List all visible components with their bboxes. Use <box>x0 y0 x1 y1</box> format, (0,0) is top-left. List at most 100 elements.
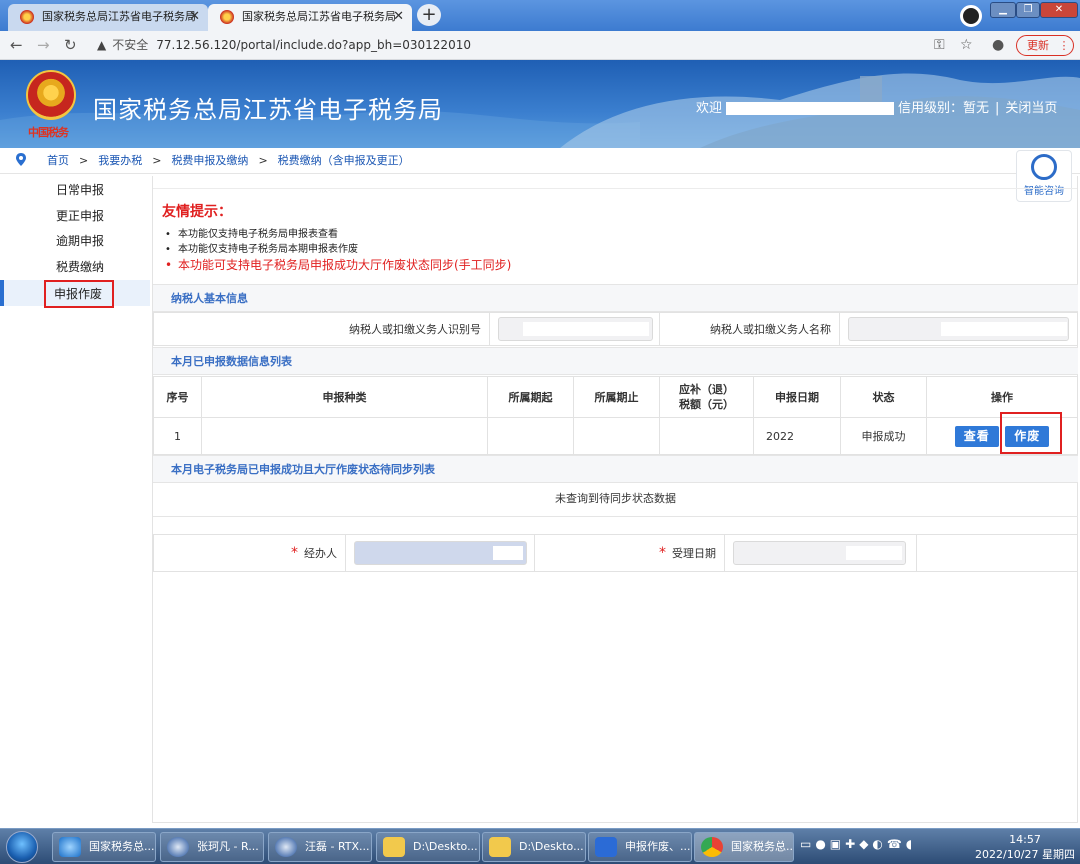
sync-empty-message: 未查询到待同步状态数据 <box>153 482 1078 517</box>
chrome-profile-icon[interactable] <box>960 5 982 27</box>
taxpayer-section-title: 纳税人基本信息 <box>153 284 1078 312</box>
tab-title: 国家税务总局江苏省电子税务局 <box>42 10 196 23</box>
sidebar: 日常申报 更正申报 逾期申报 税费缴纳 申报作废 <box>0 176 150 308</box>
highlight-annotation-box <box>1000 412 1062 454</box>
url-text: 77.12.56.120/portal/include.do?app_bh=03… <box>156 38 471 52</box>
operator-field[interactable] <box>354 541 527 565</box>
row-date: 2022 <box>753 417 841 455</box>
folder-icon <box>383 837 405 857</box>
taskbar-item[interactable]: 汪磊 - RTX... <box>268 832 372 862</box>
taskbar-item[interactable]: 张珂凡 - R... <box>160 832 264 862</box>
word-icon <box>595 837 617 857</box>
browser-tab[interactable]: 国家税务总局江苏省电子税务局 ✕ <box>8 4 208 31</box>
breadcrumb-current[interactable]: 税费缴纳（含申报及更正） <box>278 154 410 167</box>
taskbar-item[interactable]: D:\Deskto... <box>376 832 480 862</box>
url-field[interactable]: ▲ 不安全 77.12.56.120/portal/include.do?app_b… <box>97 35 471 55</box>
maximize-button[interactable]: ❐ <box>1016 2 1040 18</box>
sidebar-item-overdue[interactable]: 逾期申报 <box>0 229 150 255</box>
row-start <box>487 417 574 455</box>
browser-tab-bar: 国家税务总局江苏省电子税务局 ✕ 国家税务总局江苏省电子税务局 ✕ + ▁ ❐ … <box>0 0 1080 31</box>
taskbar-clock[interactable]: 14:57 2022/10/27 星期四 <box>970 832 1080 862</box>
accept-date-field[interactable] <box>733 541 906 565</box>
taxpayer-name-field <box>848 317 1069 341</box>
star-bookmark-icon[interactable]: ☆ <box>960 37 973 53</box>
update-button[interactable]: 更新 ⋮ <box>1016 35 1074 56</box>
rtx-icon <box>275 837 297 857</box>
browser-tab-active[interactable]: 国家税务总局江苏省电子税务局 ✕ <box>208 4 412 31</box>
account-icon[interactable]: ● <box>992 37 1004 53</box>
sidebar-item-void-declaration[interactable]: 申报作废 <box>0 280 150 308</box>
col-type: 申报种类 <box>201 376 488 418</box>
tip-item: 本功能仅支持电子税务局申报表查看 <box>165 227 511 242</box>
user-info: 欢迎 信用级别：暂无 | 关闭当页 <box>696 101 1058 116</box>
row-status: 申报成功 <box>840 417 927 455</box>
taskbar-item-active[interactable]: 国家税务总... <box>694 832 794 862</box>
system-tray-icons[interactable]: ▭●▣✚◆◐☎◖ <box>800 837 916 851</box>
chrome-icon <box>701 837 723 857</box>
declared-section-title: 本月已申报数据信息列表 <box>153 347 1078 375</box>
taskbar-item[interactable]: 申报作废、... <box>588 832 692 862</box>
windows-start-icon[interactable] <box>6 831 38 863</box>
address-toolbar: ← → ↻ ▲ 不安全 77.12.56.120/portal/include.do… <box>0 31 1080 60</box>
site-header: 中国税务 国家税务总局江苏省电子税务局 欢迎 信用级别：暂无 | 关闭当页 <box>0 60 1080 148</box>
key-icon[interactable]: ⚿ <box>934 37 945 53</box>
folder-icon <box>489 837 511 857</box>
breadcrumb-declaration[interactable]: 税费申报及缴纳 <box>171 154 248 167</box>
tip-item-highlight: 本功能可支持电子税务局申报成功大厅作废状态同步(手工同步) <box>165 257 511 273</box>
declared-table: 序号 申报种类 所属期起 所属期止 应补（退）税额（元） 申报日期 状态 操作 … <box>153 376 1078 455</box>
ie-icon <box>59 837 81 857</box>
taxpayer-id-field <box>498 317 653 341</box>
tax-emblem-favicon-icon <box>20 10 34 24</box>
col-period-end: 所属期止 <box>573 376 660 418</box>
breadcrumb-home[interactable]: 首页 <box>47 154 69 167</box>
col-status: 状态 <box>840 376 927 418</box>
col-amount: 应补（退）税额（元） <box>659 376 754 418</box>
view-button[interactable]: 查看 <box>954 425 999 447</box>
sidebar-item-daily-declaration[interactable]: 日常申报 <box>0 178 150 204</box>
tips-title: 友情提示： <box>162 204 232 220</box>
close-tab-icon[interactable]: ✕ <box>189 4 200 30</box>
breadcrumb: 首页 > 我要办税 > 税费申报及缴纳 > 税费缴纳（含申报及更正） <box>0 148 1080 174</box>
sidebar-item-payment[interactable]: 税费缴纳 <box>0 255 150 281</box>
col-period-start: 所属期起 <box>487 376 574 418</box>
site-title: 国家税务总局江苏省电子税务局 <box>93 96 443 124</box>
taskbar-item[interactable]: D:\Deskto... <box>482 832 586 862</box>
warning-triangle-icon: ▲ <box>97 38 107 52</box>
operator-label-cell: * 经办人 <box>153 534 346 572</box>
windows-taskbar: 国家税务总... 张珂凡 - R... 汪磊 - RTX... D:\Deskt… <box>0 828 1080 864</box>
date-label-cell: * 受理日期 <box>534 534 725 572</box>
tab-title: 国家税务总局江苏省电子税务局 <box>242 10 396 23</box>
new-tab-button[interactable]: + <box>417 4 441 26</box>
tax-emblem-favicon-icon <box>220 10 234 24</box>
row-index: 1 <box>153 417 202 455</box>
forward-arrow-icon[interactable]: → <box>37 36 50 54</box>
sync-section-title: 本月电子税务局已申报成功且大厅作废状态待同步列表 <box>153 455 1078 483</box>
taskbar-item[interactable]: 国家税务总... <box>52 832 156 862</box>
row-type <box>201 417 488 455</box>
table-row: 1 2022 申报成功 查看 作废 <box>153 417 1078 455</box>
tax-emblem-logo <box>26 70 76 120</box>
rtx-icon <box>167 837 189 857</box>
close-tab-icon[interactable]: ✕ <box>393 4 404 30</box>
tips-list: 本功能仅支持电子税务局申报表查看 本功能仅支持电子税务局本期申报表作废 本功能可… <box>165 227 511 273</box>
tip-item: 本功能仅支持电子税务局本期申报表作废 <box>165 242 511 257</box>
minimize-button[interactable]: ▁ <box>990 2 1016 18</box>
user-name-redacted <box>726 102 895 115</box>
close-page-link[interactable]: 关闭当页 <box>1005 101 1057 116</box>
breadcrumb-tax[interactable]: 我要办税 <box>98 154 142 167</box>
operator-form: * 经办人 * 受理日期 <box>153 534 1078 572</box>
sidebar-item-correction[interactable]: 更正申报 <box>0 204 150 230</box>
row-amount <box>659 417 754 455</box>
main-panel: 友情提示： 本功能仅支持电子税务局申报表查看 本功能仅支持电子税务局本期申报表作… <box>152 176 1078 823</box>
close-window-button[interactable]: ✕ <box>1040 2 1078 18</box>
col-date: 申报日期 <box>753 376 841 418</box>
taxpayer-info-table: 纳税人或扣缴义务人识别号 纳税人或扣缴义务人名称 <box>153 312 1078 346</box>
taxpayer-name-label: 纳税人或扣缴义务人名称 <box>659 312 840 346</box>
col-index: 序号 <box>153 376 202 418</box>
back-arrow-icon[interactable]: ← <box>10 36 23 54</box>
taxpayer-id-label: 纳税人或扣缴义务人识别号 <box>153 312 490 346</box>
credit-level: 信用级别：暂无 <box>898 101 990 116</box>
reload-icon[interactable]: ↻ <box>64 36 77 54</box>
china-tax-logo-text: 中国税务 <box>28 126 69 139</box>
menu-dots-icon: ⋮ <box>1058 39 1070 52</box>
